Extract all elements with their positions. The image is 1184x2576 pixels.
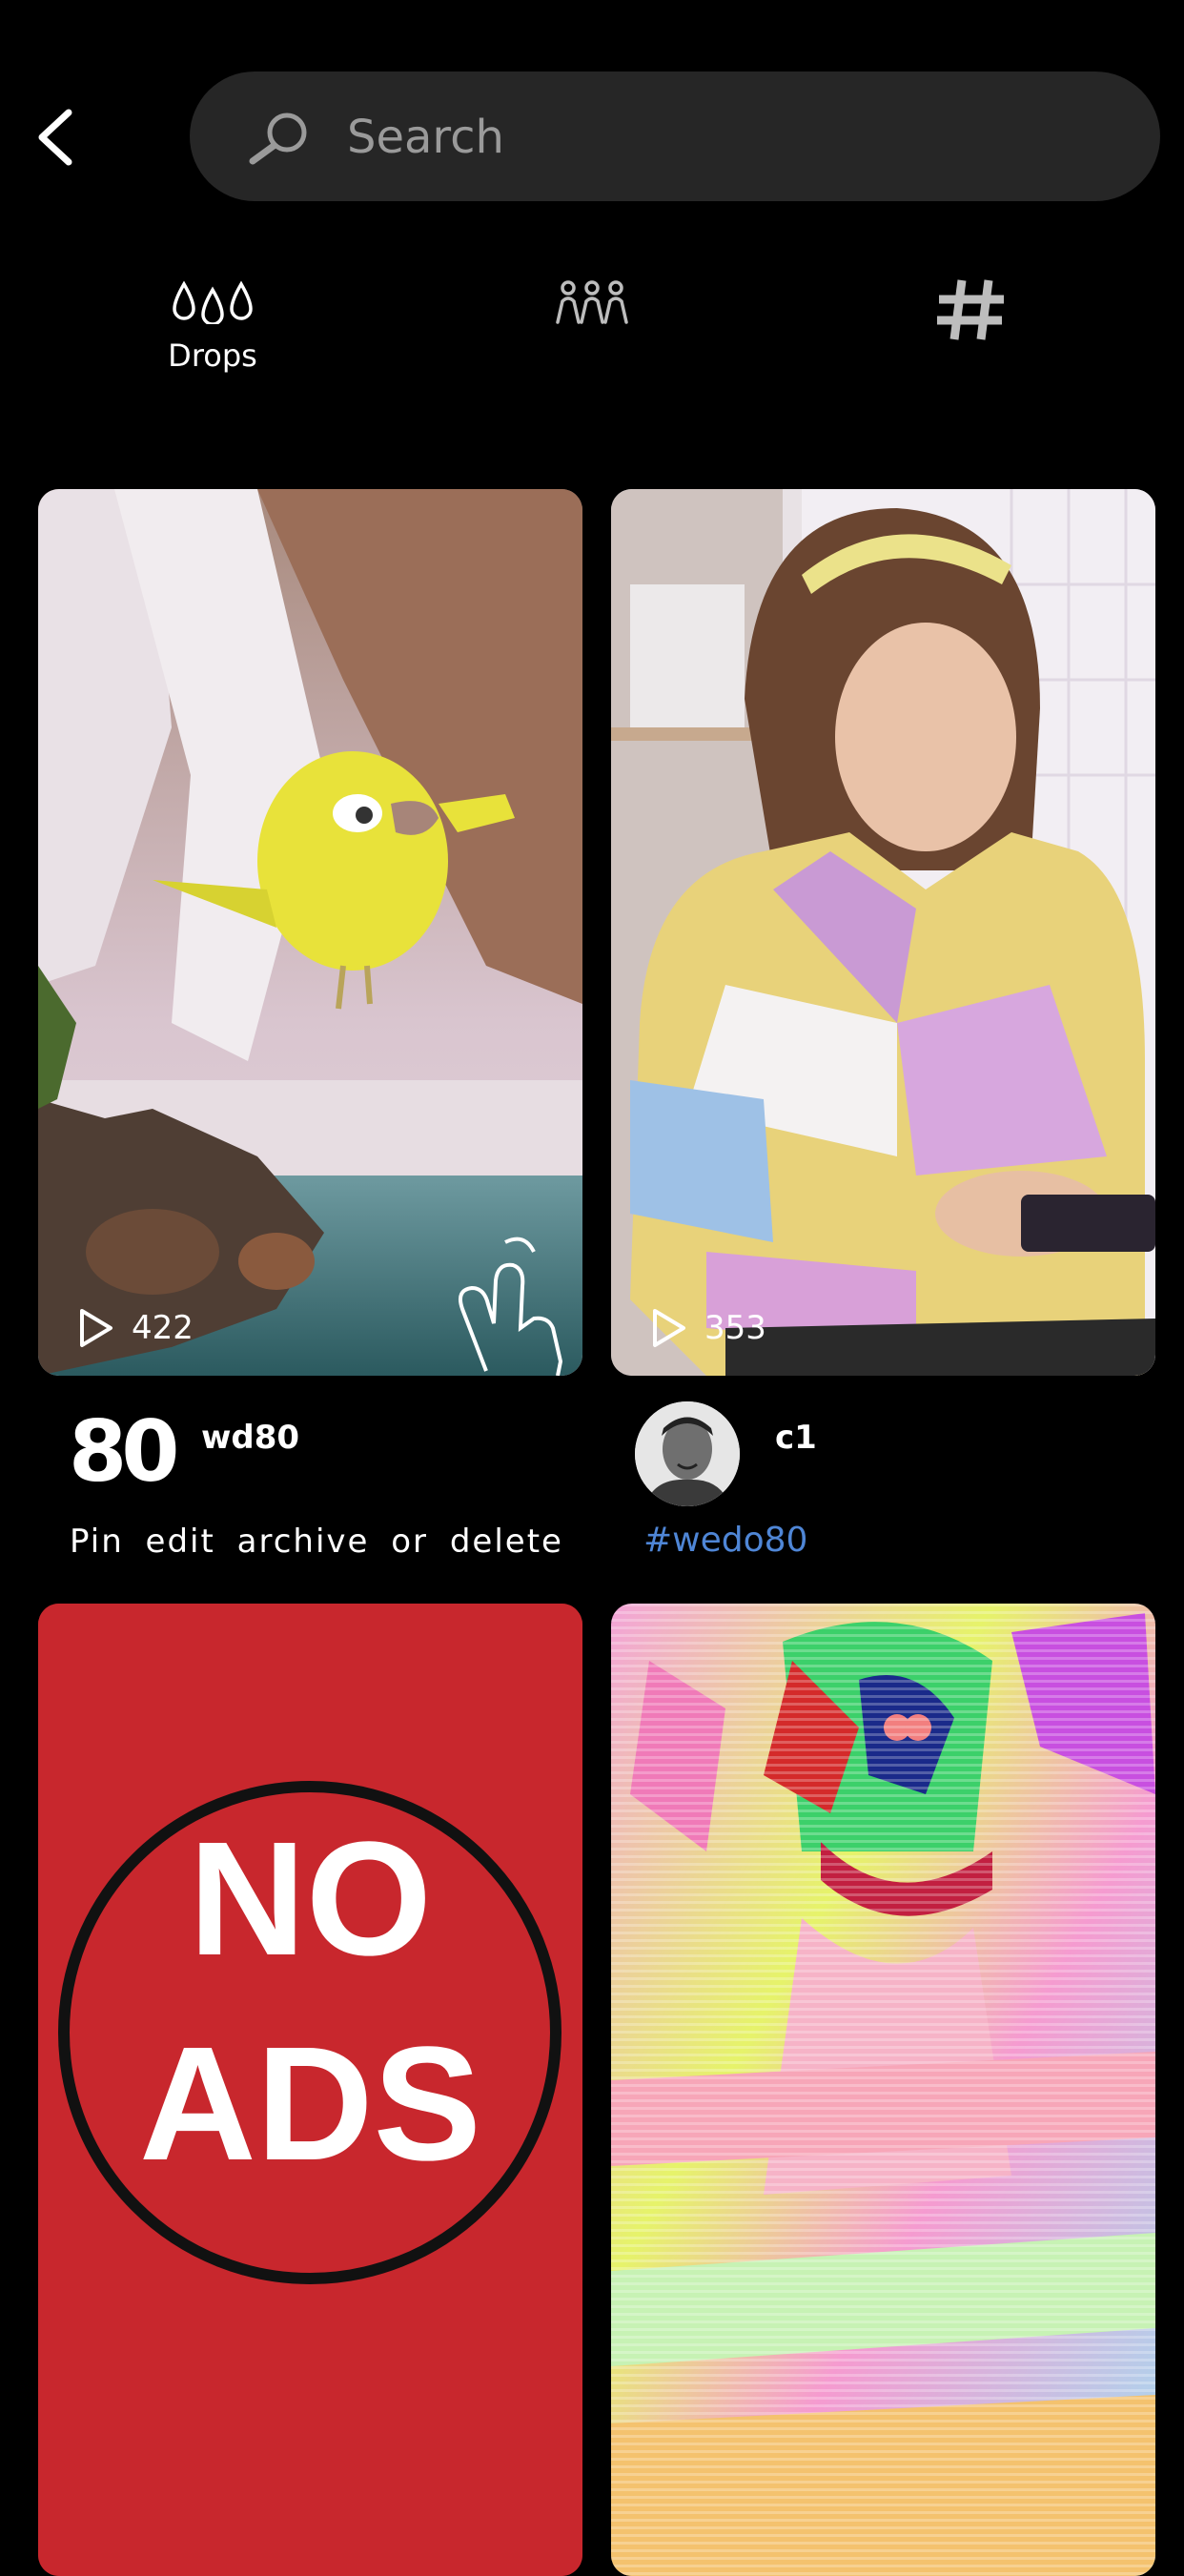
avatar[interactable] [635,1401,740,1506]
hashtag-link[interactable]: #wedo80 [643,1521,807,1560]
drops-icon [173,280,253,324]
play-icon [653,1309,685,1347]
avatar[interactable]: 80 [61,1404,179,1509]
video-card[interactable]: NO ADS [38,1604,582,2576]
chevron-left-icon [38,109,72,166]
video-thumbnail [611,489,1155,1376]
wedo80-logo: 80 [69,1402,179,1501]
image-text-no: NO [189,1809,432,1990]
people-group-icon [556,280,628,324]
tab-drops-label: Drops [168,337,257,374]
hashtag-icon [937,279,1004,340]
video-card[interactable]: 422 [38,489,582,1376]
play-count: 422 [132,1309,194,1347]
category-tabs: Drops [0,276,1184,410]
video-thumbnail [38,489,582,1376]
user-photo [635,1401,740,1506]
back-button[interactable] [29,95,86,179]
image-text-ads: ADS [139,2014,481,2195]
search-bar[interactable] [190,72,1160,201]
post-meta: 80 wd80 Pin edit archive or delete [0,1397,592,1587]
video-card[interactable]: 353 [611,489,1155,1376]
view-count: 353 [649,1307,766,1349]
play-icon [80,1309,112,1347]
search-icon [249,112,307,165]
glitch-video-thumbnail [611,1604,1155,2576]
search-input[interactable] [345,89,1112,186]
tab-hashtags[interactable] [828,276,1114,410]
username[interactable]: c1 [775,1419,817,1457]
video-card[interactable] [611,1604,1155,2576]
view-count: 422 [76,1307,194,1349]
post-meta: c1 #wedo80 [592,1397,1184,1587]
tab-drops[interactable]: Drops [70,276,356,410]
header [0,0,1184,210]
username[interactable]: wd80 [201,1419,299,1457]
tab-people[interactable] [449,276,735,410]
post-caption: Pin edit archive or delete [70,1523,563,1561]
play-count: 353 [704,1309,766,1347]
